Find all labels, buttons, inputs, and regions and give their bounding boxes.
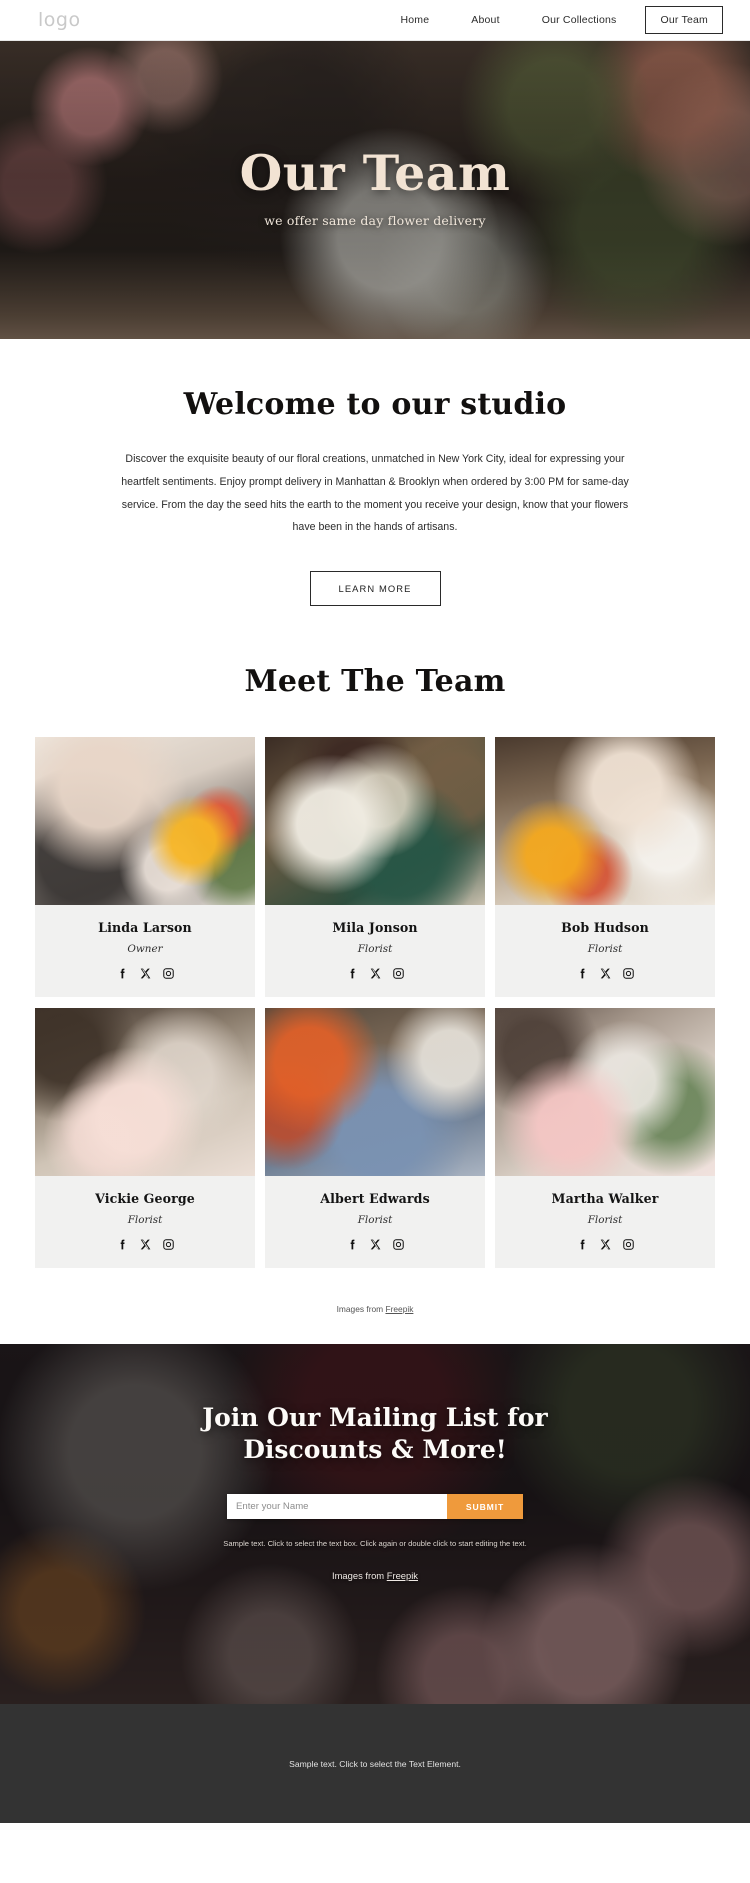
x-twitter-icon[interactable] <box>139 967 152 980</box>
facebook-icon[interactable] <box>116 1238 129 1251</box>
team-member-role: Florist <box>587 943 623 956</box>
team-card-body: Martha Walker Florist <box>495 1176 715 1268</box>
x-twitter-icon[interactable] <box>369 967 382 980</box>
site-footer: Sample text. Click to select the Text El… <box>0 1704 750 1824</box>
x-twitter-icon[interactable] <box>599 1238 612 1251</box>
facebook-icon[interactable] <box>576 967 589 980</box>
freepik-link[interactable]: Freepik <box>385 1304 413 1314</box>
site-header: logo Home About Our Collections Our Team <box>0 0 750 41</box>
team-member-photo <box>265 737 485 906</box>
mailing-list-section: Join Our Mailing List for Discounts & Mo… <box>0 1344 750 1705</box>
team-card[interactable]: Albert Edwards Florist <box>265 1008 485 1269</box>
site-logo[interactable]: logo <box>38 9 81 31</box>
hero-content: Our Team we offer same day flower delive… <box>240 41 511 228</box>
welcome-title: Welcome to our studio <box>183 387 567 422</box>
team-card-body: Vickie George Florist <box>35 1176 255 1268</box>
submit-button[interactable]: SUBMIT <box>447 1494 523 1520</box>
mailing-title-line2: Discounts & More! <box>243 1435 507 1465</box>
instagram-icon[interactable] <box>622 1238 635 1251</box>
team-member-photo <box>495 1008 715 1177</box>
x-twitter-icon[interactable] <box>139 1238 152 1251</box>
social-links <box>503 967 707 980</box>
team-member-role: Florist <box>357 1214 393 1227</box>
social-links <box>43 1238 247 1251</box>
x-twitter-icon[interactable] <box>599 967 612 980</box>
footer-sample-text[interactable]: Sample text. Click to select the Text El… <box>289 1759 461 1769</box>
team-card[interactable]: Martha Walker Florist <box>495 1008 715 1269</box>
main-navigation: Home About Our Collections Our Team <box>379 6 723 34</box>
mailing-title-line1: Join Our Mailing List for <box>202 1403 548 1433</box>
team-member-role: Owner <box>127 943 163 956</box>
mailing-image-credit: Images from Freepik <box>0 1570 750 1581</box>
team-member-photo <box>265 1008 485 1177</box>
nav-item-home[interactable]: Home <box>379 14 450 26</box>
welcome-paragraph: Discover the exquisite beauty of our flo… <box>121 453 629 534</box>
team-card-body: Linda Larson Owner <box>35 905 255 997</box>
subscribe-form: SUBMIT <box>227 1494 523 1520</box>
team-member-name: Mila Jonson <box>332 920 418 936</box>
mailing-title: Join Our Mailing List for Discounts & Mo… <box>0 1402 750 1466</box>
team-grid: Linda Larson Owner Mila Jonson Florist B… <box>35 737 715 1269</box>
team-member-name: Martha Walker <box>551 1191 659 1207</box>
team-card[interactable]: Vickie George Florist <box>35 1008 255 1269</box>
freepik-link[interactable]: Freepik <box>387 1570 418 1581</box>
facebook-icon[interactable] <box>576 1238 589 1251</box>
nav-item-our-collections[interactable]: Our Collections <box>521 14 638 26</box>
team-section: Meet The Team Linda Larson Owner Mila Jo… <box>0 606 750 1345</box>
credit-prefix: Images from <box>336 1304 386 1315</box>
team-card-body: Bob Hudson Florist <box>495 905 715 997</box>
team-member-role: Florist <box>127 1214 163 1227</box>
team-member-photo <box>35 1008 255 1177</box>
page-root: logo Home About Our Collections Our Team… <box>0 0 750 1824</box>
team-member-role: Florist <box>357 943 393 956</box>
hero-subtitle: we offer same day flower delivery <box>264 212 486 228</box>
mailing-content: Join Our Mailing List for Discounts & Mo… <box>0 1344 750 1581</box>
social-links <box>503 1238 707 1251</box>
learn-more-button[interactable]: LEARN MORE <box>309 571 441 607</box>
instagram-icon[interactable] <box>392 1238 405 1251</box>
team-member-name: Albert Edwards <box>320 1191 430 1207</box>
team-member-photo <box>35 737 255 906</box>
welcome-cta-wrap: LEARN MORE <box>0 571 750 607</box>
hero-section: Our Team we offer same day flower delive… <box>0 41 750 339</box>
social-links <box>43 967 247 980</box>
team-card[interactable]: Linda Larson Owner <box>35 737 255 998</box>
facebook-icon[interactable] <box>116 967 129 980</box>
team-card-body: Albert Edwards Florist <box>265 1176 485 1268</box>
nav-item-about[interactable]: About <box>450 14 520 26</box>
credit-prefix: Images from <box>332 1570 387 1582</box>
team-card[interactable]: Mila Jonson Florist <box>265 737 485 998</box>
hero-title: Our Team <box>239 144 511 202</box>
team-card[interactable]: Bob Hudson Florist <box>495 737 715 998</box>
team-card-body: Mila Jonson Florist <box>265 905 485 997</box>
name-input[interactable] <box>227 1494 447 1520</box>
instagram-icon[interactable] <box>392 967 405 980</box>
facebook-icon[interactable] <box>346 967 359 980</box>
team-member-name: Vickie George <box>95 1191 195 1207</box>
team-member-photo <box>495 737 715 906</box>
social-links <box>273 1238 477 1251</box>
team-image-credit: Images from Freepik <box>0 1268 750 1344</box>
team-member-role: Florist <box>587 1214 623 1227</box>
social-links <box>273 967 477 980</box>
x-twitter-icon[interactable] <box>369 1238 382 1251</box>
instagram-icon[interactable] <box>162 967 175 980</box>
mailing-sample-note[interactable]: Sample text. Click to select the text bo… <box>0 1539 750 1548</box>
team-member-name: Bob Hudson <box>561 920 649 936</box>
nav-item-our-team[interactable]: Our Team <box>645 6 723 34</box>
facebook-icon[interactable] <box>346 1238 359 1251</box>
welcome-section: Welcome to our studio Discover the exqui… <box>0 339 750 607</box>
instagram-icon[interactable] <box>622 967 635 980</box>
team-title: Meet The Team <box>244 664 506 700</box>
instagram-icon[interactable] <box>162 1238 175 1251</box>
team-member-name: Linda Larson <box>98 920 192 936</box>
